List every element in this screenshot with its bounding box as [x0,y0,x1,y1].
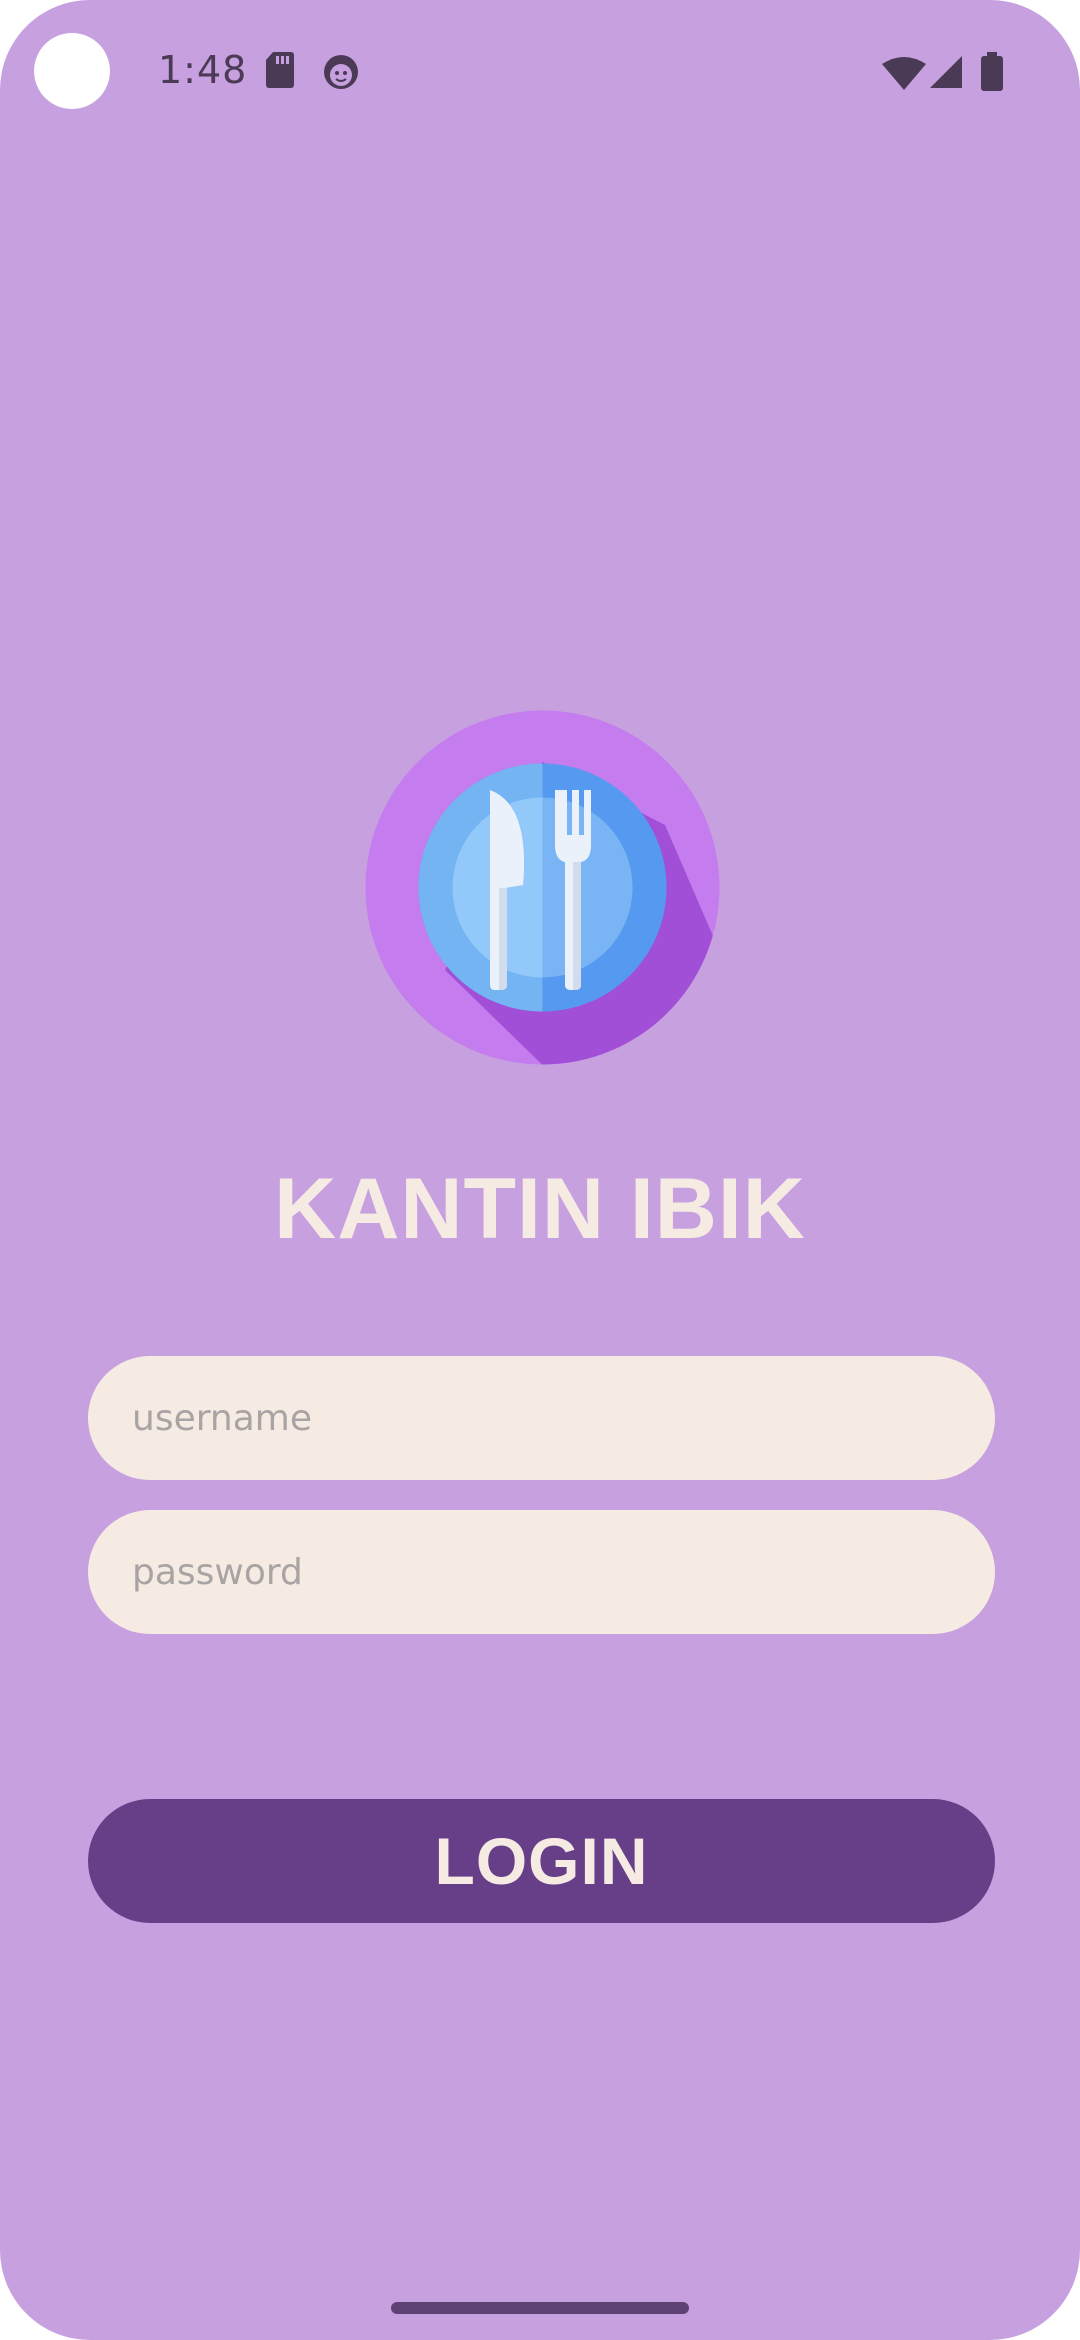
wifi-icon [882,57,926,90]
status-bar: 1:48 [0,0,1080,140]
sd-card-icon [266,52,294,88]
app-title: KANTIN IBIK [274,1161,806,1257]
password-input[interactable] [88,1510,995,1634]
home-indicator[interactable] [391,2302,689,2314]
username-input[interactable] [88,1356,995,1480]
camera-cutout [34,33,110,109]
battery-icon [981,52,1003,91]
cell-signal-icon [930,56,962,88]
face-notification-icon [324,55,358,89]
status-time: 1:48 [158,48,248,92]
knife-fork-plate-icon [365,710,720,1065]
login-screen: 1:48 KANTIN IBIK username LOGIN [0,0,1080,2340]
login-button[interactable]: LOGIN [88,1799,995,1923]
